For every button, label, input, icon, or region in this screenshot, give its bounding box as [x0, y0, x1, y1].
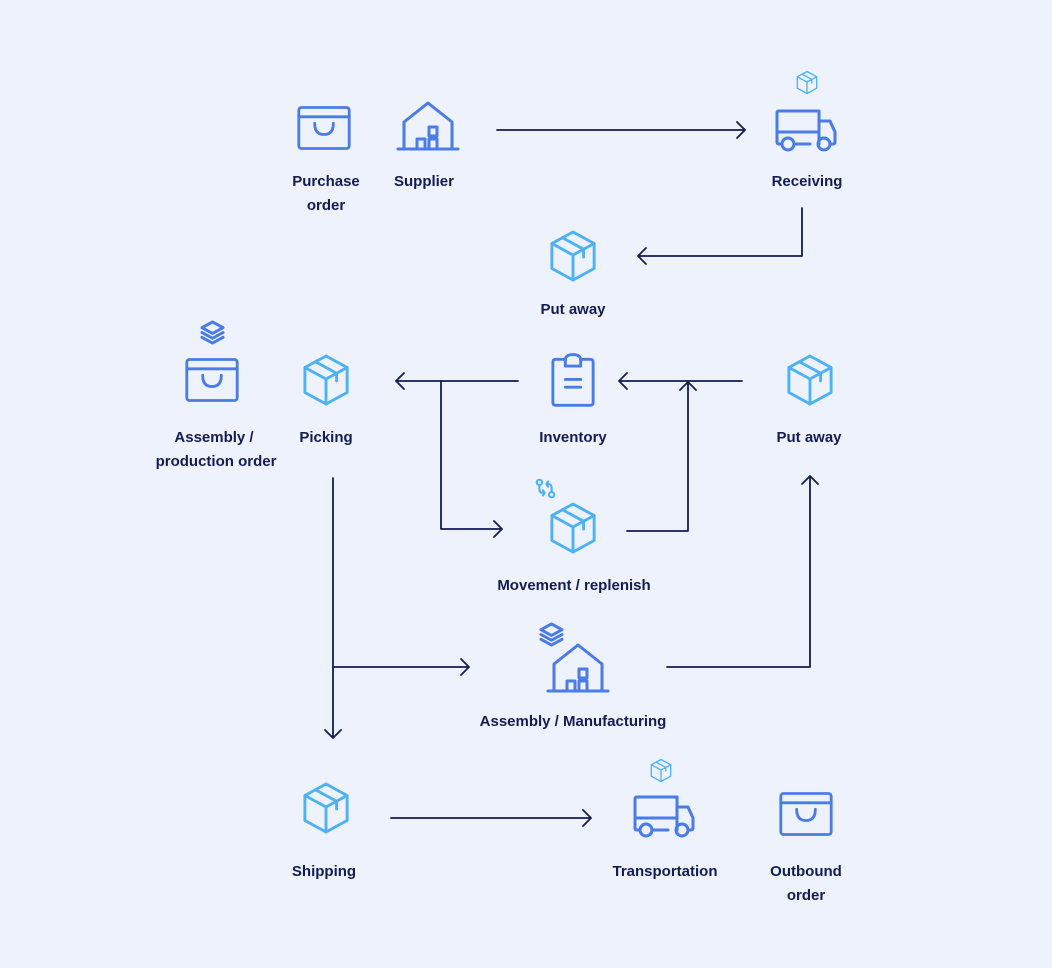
background	[0, 0, 1052, 968]
node-label: Purchase	[292, 173, 360, 190]
node-label: Inventory	[539, 429, 607, 446]
node-label: production order	[156, 453, 277, 470]
node-label: Assembly /	[174, 429, 254, 446]
node-label: Assembly / Manufacturing	[480, 713, 667, 730]
node-label: Movement / replenish	[497, 577, 650, 594]
node-label: Receiving	[772, 173, 843, 190]
node-label: Outbound	[770, 863, 842, 880]
node-label: Shipping	[292, 863, 356, 880]
node-label: order	[787, 887, 826, 904]
node-label: Put away	[776, 429, 842, 446]
node-label: Put away	[540, 301, 606, 318]
node-label: Picking	[299, 429, 352, 446]
warehouse-flow-diagram: Purchase order Supplier Receiving Put aw…	[0, 0, 1052, 968]
node-label: Supplier	[394, 173, 454, 190]
node-label: Transportation	[612, 863, 717, 880]
node-label: order	[307, 197, 346, 214]
